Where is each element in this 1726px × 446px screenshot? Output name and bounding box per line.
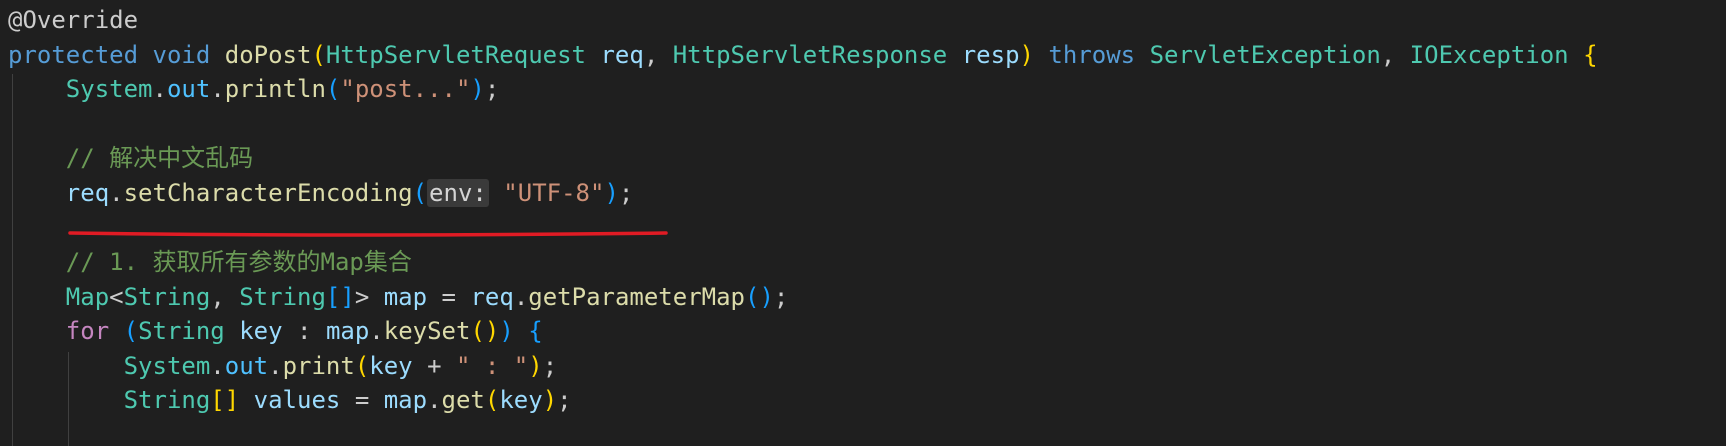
punctuation: : (297, 317, 312, 345)
punctuation: . (427, 386, 442, 414)
keyword: protected (8, 41, 139, 69)
type-name: HttpServletRequest (325, 41, 586, 69)
string-literal: "UTF-8" (503, 179, 605, 207)
field-name: out (166, 75, 211, 103)
variable: map (383, 283, 428, 311)
bracket: () (470, 317, 500, 345)
type-name: String (123, 386, 211, 414)
inlay-hint: env: (427, 179, 489, 207)
code-line-2: protected void doPost(HttpServletRequest… (8, 36, 1598, 74)
type-name: String (138, 317, 225, 345)
punctuation: = (354, 386, 370, 414)
bracket: ( (412, 179, 428, 207)
keyword: void (152, 41, 211, 69)
punctuation: , (210, 283, 225, 311)
punctuation: ; (773, 283, 789, 311)
comment: // 解决中文乱码 (65, 144, 254, 172)
bracket: ) (1019, 41, 1034, 69)
punctuation: . (210, 352, 225, 380)
comment: // 1. 获取所有参数的Map集合 (65, 248, 412, 276)
punctuation: + (427, 352, 442, 380)
bracket: ( (325, 75, 341, 103)
type-name: Map (65, 283, 110, 311)
bracket: { (528, 317, 543, 345)
parameter: resp (961, 41, 1020, 69)
punctuation: . (268, 352, 283, 380)
class-name: System (65, 75, 153, 103)
bracket: () (745, 283, 774, 311)
type-name: HttpServletResponse (672, 41, 948, 69)
method-name: doPost (224, 41, 312, 69)
bracket: ) (499, 317, 514, 345)
code-line-12: String[] values = map.get(key); (8, 381, 572, 419)
punctuation: . (152, 75, 167, 103)
punctuation: . (369, 317, 384, 345)
code-line-8: // 1. 获取所有参数的Map集合 (8, 243, 412, 281)
bracket: ( (123, 317, 139, 345)
type-name: IOException (1409, 41, 1569, 69)
method-name: get (441, 386, 485, 414)
bracket: ( (354, 352, 370, 380)
punctuation: . (109, 179, 124, 207)
keyword: throws (1048, 41, 1136, 69)
string-literal: "post..." (340, 75, 471, 103)
code-line-6: req.setCharacterEncoding(env: "UTF-8"); (8, 174, 633, 212)
punctuation: < (109, 283, 124, 311)
bracket: ( (484, 386, 500, 414)
code-line-3: System.out.println("post..."); (8, 70, 500, 108)
class-name: System (123, 352, 211, 380)
punctuation: > (354, 283, 370, 311)
method-name: print (282, 352, 355, 380)
bracket: ) (542, 386, 558, 414)
bracket: ) (470, 75, 485, 103)
keyword: for (65, 317, 110, 345)
code-line-1: @Override (8, 1, 138, 39)
code-editor[interactable]: @Override protected void doPost(HttpServ… (0, 0, 1726, 446)
bracket: ) (604, 179, 619, 207)
variable: key (239, 317, 283, 345)
punctuation: ; (542, 352, 558, 380)
bracket: [] (325, 283, 355, 311)
code-line-5: // 解决中文乱码 (8, 139, 253, 177)
punctuation: . (210, 75, 225, 103)
method-name: println (224, 75, 326, 103)
variable: values (253, 386, 341, 414)
punctuation: ; (557, 386, 572, 414)
punctuation: = (441, 283, 456, 311)
punctuation: ; (618, 179, 634, 207)
variable: map (325, 317, 370, 345)
code-line-11: System.out.print(key + " : "); (8, 347, 558, 385)
punctuation: ; (484, 75, 500, 103)
variable: req (65, 179, 110, 207)
type-name: ServletException (1149, 41, 1381, 69)
string-literal: " : " (455, 352, 529, 380)
bracket: ) (528, 352, 543, 380)
variable: key (369, 352, 413, 380)
parameter: req (600, 41, 644, 69)
variable: key (499, 386, 543, 414)
method-name: getParameterMap (528, 283, 746, 311)
bracket: [] (210, 386, 240, 414)
type-name: String (239, 283, 326, 311)
code-line-9: Map<String, String[]> map = req.getParam… (8, 278, 789, 316)
red-underline-annotation (68, 231, 668, 237)
variable: req (470, 283, 514, 311)
punctuation: . (513, 283, 529, 311)
punctuation: , (643, 41, 659, 69)
code-line-10: for (String key : map.keySet()) { (8, 312, 543, 350)
punctuation: , (1380, 41, 1396, 69)
variable: map (383, 386, 428, 414)
method-name: setCharacterEncoding (123, 179, 413, 207)
bracket: { (1583, 41, 1598, 69)
type-name: String (123, 283, 211, 311)
method-name: keySet (383, 317, 471, 345)
field-name: out (224, 352, 269, 380)
annotation: @Override (8, 6, 139, 34)
bracket: ( (311, 41, 326, 69)
